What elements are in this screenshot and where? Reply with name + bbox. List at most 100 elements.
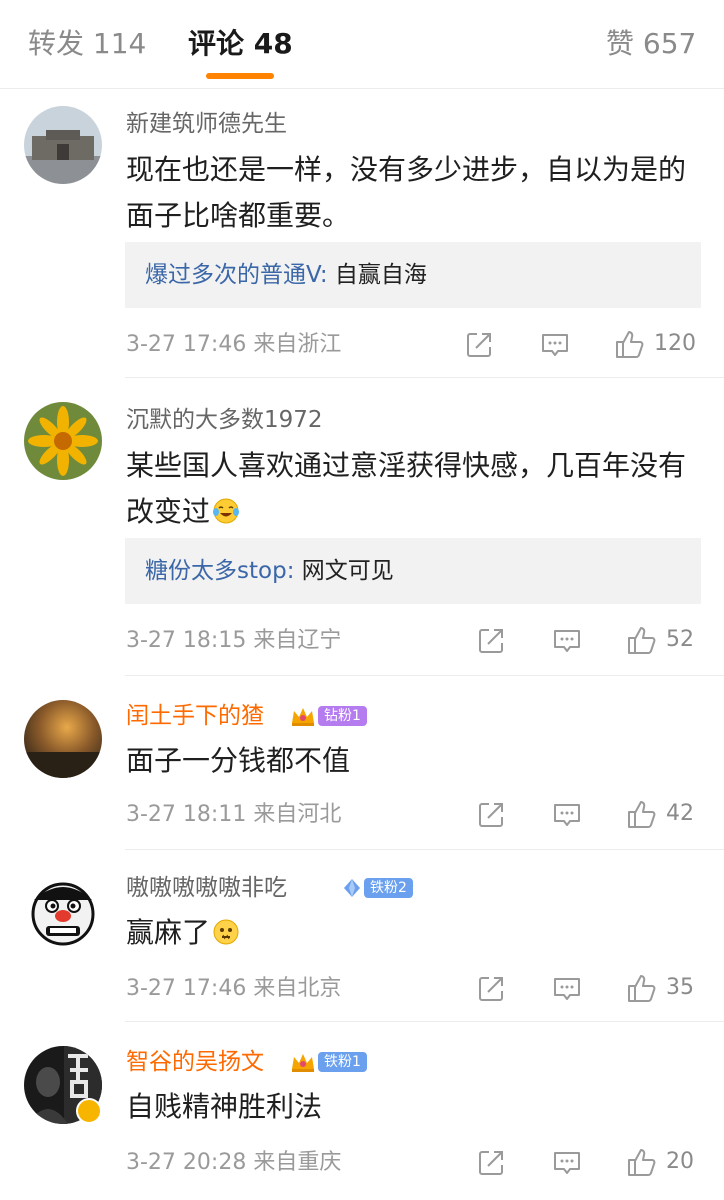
share-button[interactable] (476, 974, 506, 1004)
comment-item: 新建筑师德先生 现在也还是一样，没有多少进步，自以为是的面子比啥都重要。 爆过多… (0, 106, 724, 378)
diamond-icon (342, 877, 362, 899)
reply-text: 网文可见 (301, 558, 394, 584)
badge-label: 铁粉2 (364, 878, 413, 898)
crying-laughing-emoji-icon (212, 493, 240, 524)
comment-username[interactable]: 闰土手下的猹 (126, 701, 264, 731)
comment-time: 3-27 20:28 (126, 1150, 247, 1175)
thumbs-up-icon (626, 972, 658, 1004)
comment-username[interactable]: 新建筑师德先生 (126, 109, 287, 139)
reply-username[interactable]: 糖份太多stop (145, 558, 287, 584)
like-count: 42 (666, 801, 694, 826)
reply-button[interactable] (540, 330, 570, 360)
comment-icon (552, 626, 582, 656)
reply-username[interactable]: 爆过多次的普通V (145, 262, 320, 288)
comment-meta: 3-27 17:46 来自北京 (126, 974, 341, 1004)
comment-item: 闰土手下的猹 钻粉1 面子一分钱都不值 3-27 18:11 来自河北 42 (0, 700, 724, 850)
reply-colon: : (286, 558, 295, 584)
like-count: 120 (654, 331, 696, 356)
reply-button[interactable] (552, 800, 582, 830)
thumbs-up-icon (626, 798, 658, 830)
tab-reposts[interactable]: 转发 114 (28, 24, 146, 64)
speechless-emoji-icon (212, 914, 240, 945)
comment-icon (552, 1148, 582, 1178)
comment-text: 自贱精神胜利法 (126, 1090, 323, 1123)
like-button[interactable]: 42 (626, 798, 694, 830)
badge-label: 钻粉1 (318, 706, 367, 726)
share-button[interactable] (476, 1148, 506, 1178)
comment-username[interactable]: 智谷的吴扬文 (126, 1047, 264, 1077)
comment-time: 3-27 18:15 (126, 628, 247, 653)
comment-item: 沉默的大多数1972 某些国人喜欢通过意淫获得快感，几百年没有改变过 糖份太多s… (0, 402, 724, 676)
comment-username[interactable]: 嗷嗷嗷嗷嗷非吃 (126, 873, 287, 903)
share-icon (476, 974, 506, 1004)
avatar[interactable] (24, 700, 102, 778)
share-icon (476, 626, 506, 656)
divider (125, 849, 724, 850)
reply-preview[interactable]: 爆过多次的普通V: 自赢自海 (125, 242, 701, 308)
comment-meta: 3-27 18:15 来自辽宁 (126, 626, 341, 656)
reply-button[interactable] (552, 1148, 582, 1178)
fan-badge[interactable]: 铁粉2 (342, 877, 413, 899)
fan-badge[interactable]: 钻粉1 (290, 705, 367, 727)
reply-button[interactable] (552, 974, 582, 1004)
like-count: 20 (666, 1149, 694, 1174)
comment-text-content: 某些国人喜欢通过意淫获得快感，几百年没有改变过 (126, 449, 687, 528)
thumbs-up-icon (626, 1146, 658, 1178)
avatar[interactable] (24, 402, 102, 480)
divider (125, 1021, 724, 1022)
reply-text: 自赢自海 (334, 262, 427, 288)
fan-badge[interactable]: 铁粉1 (290, 1051, 367, 1073)
comment-text: 现在也还是一样，没有多少进步，自以为是的面子比啥都重要。 (126, 153, 687, 232)
comment-text-content: 赢麻了 (126, 916, 211, 949)
comment-username[interactable]: 沉默的大多数1972 (126, 405, 323, 435)
crown-icon (290, 705, 316, 727)
comment-meta: 3-27 20:28 来自重庆 (126, 1148, 341, 1178)
tab-comments[interactable]: 评论 48 (188, 24, 293, 64)
comment-text: 某些国人喜欢通过意淫获得快感，几百年没有改变过 (126, 443, 706, 535)
share-button[interactable] (476, 800, 506, 830)
like-button[interactable]: 35 (626, 972, 694, 1004)
comment-location: 来自浙江 (253, 332, 342, 357)
divider (125, 675, 724, 676)
like-button[interactable]: 20 (626, 1146, 694, 1178)
tab-likes[interactable]: 赞 657 (606, 24, 696, 64)
comment-item: 智谷的吴扬文 铁粉1 自贱精神胜利法 3-27 20:28 来自重庆 20 (0, 1046, 724, 1196)
share-button[interactable] (476, 626, 506, 656)
like-count: 52 (666, 627, 694, 652)
comment-icon (552, 974, 582, 1004)
comment-icon (552, 800, 582, 830)
divider (125, 377, 724, 378)
share-icon (464, 330, 494, 360)
comment-location: 来自北京 (253, 976, 342, 1001)
active-tab-indicator (206, 73, 274, 79)
share-icon (476, 1148, 506, 1178)
comment-location: 来自河北 (253, 802, 342, 827)
comment-time: 3-27 18:11 (126, 802, 247, 827)
badge-label: 铁粉1 (318, 1052, 367, 1072)
comment-item: 嗷嗷嗷嗷嗷非吃 铁粉2 赢麻了 3-27 17:46 来自北京 35 (0, 872, 724, 1022)
comment-meta: 3-27 17:46 来自浙江 (126, 330, 341, 360)
comment-text: 面子一分钱都不值 (126, 744, 351, 777)
like-count: 35 (666, 975, 694, 1000)
comment-time: 3-27 17:46 (126, 976, 247, 1001)
comment-tabs: 转发 114 评论 48 赞 657 (0, 0, 724, 89)
comment-location: 来自重庆 (253, 1150, 342, 1175)
comment-meta: 3-27 18:11 来自河北 (126, 800, 341, 830)
comment-icon (540, 330, 570, 360)
comment-time: 3-27 17:46 (126, 332, 247, 357)
comment-location: 来自辽宁 (253, 628, 342, 653)
avatar[interactable] (24, 106, 102, 184)
avatar[interactable] (24, 872, 102, 950)
like-button[interactable]: 120 (614, 328, 696, 360)
like-button[interactable]: 52 (626, 624, 694, 656)
reply-button[interactable] (552, 626, 582, 656)
thumbs-up-icon (614, 328, 646, 360)
share-icon (476, 800, 506, 830)
verified-badge-icon (76, 1098, 102, 1124)
reply-colon: : (319, 262, 328, 288)
reply-preview[interactable]: 糖份太多stop: 网文可见 (125, 538, 701, 604)
crown-icon (290, 1051, 316, 1073)
comment-text: 赢麻了 (126, 910, 706, 956)
thumbs-up-icon (626, 624, 658, 656)
share-button[interactable] (464, 330, 494, 360)
